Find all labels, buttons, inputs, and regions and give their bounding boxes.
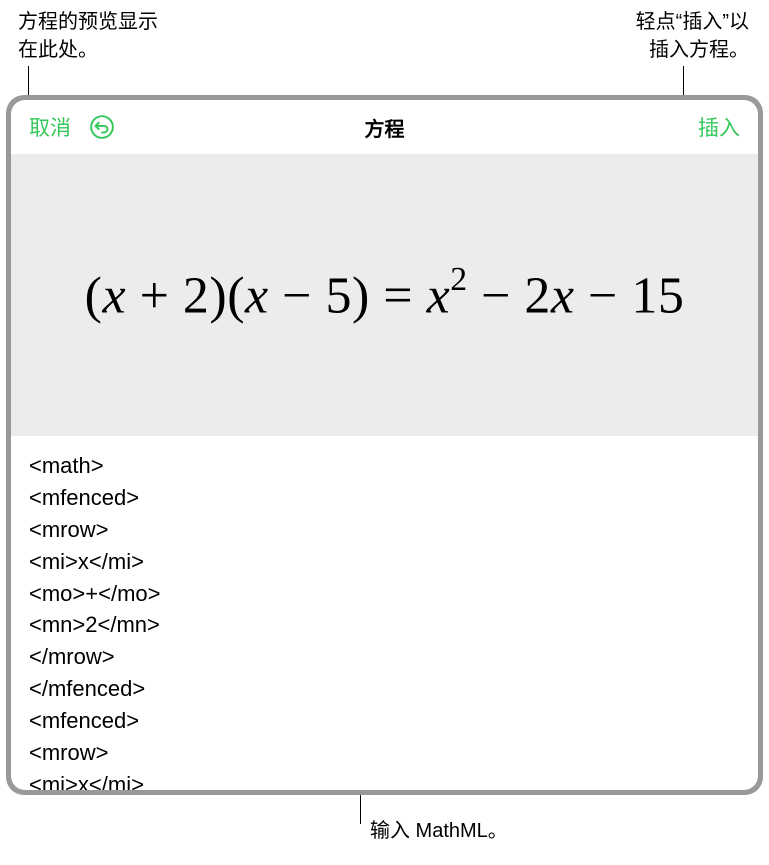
equation-preview: (x + 2)(x − 5) = x2 − 2x − 15 [85, 265, 685, 325]
screen: 取消 方程 插入 (x + 2)(x − 5) = x2 − 2x − 15 <… [11, 100, 758, 790]
callout-preview: 方程的预览显示 在此处。 [18, 8, 158, 64]
callout-mathml-text: 输入 MathML。 [370, 820, 508, 842]
toolbar: 取消 方程 插入 [11, 100, 758, 154]
callout-mathml: 输入 MathML。 [370, 817, 508, 845]
mathml-input[interactable]: <math> <mfenced> <mrow> <mi>x</mi> <mo>+… [11, 436, 758, 790]
device-frame: 取消 方程 插入 (x + 2)(x − 5) = x2 − 2x − 15 <… [6, 95, 763, 795]
undo-icon[interactable] [89, 114, 115, 140]
callout-insert: 轻点“插入”以 插入方程。 [636, 8, 749, 64]
cancel-button[interactable]: 取消 [29, 112, 71, 142]
dialog-title: 方程 [365, 113, 405, 142]
insert-button[interactable]: 插入 [698, 112, 740, 142]
equation-preview-area: (x + 2)(x − 5) = x2 − 2x − 15 [11, 154, 758, 436]
callout-insert-text: 轻点“插入”以 插入方程。 [636, 11, 749, 61]
toolbar-left: 取消 [29, 112, 115, 142]
callout-preview-text: 方程的预览显示 在此处。 [18, 11, 158, 61]
